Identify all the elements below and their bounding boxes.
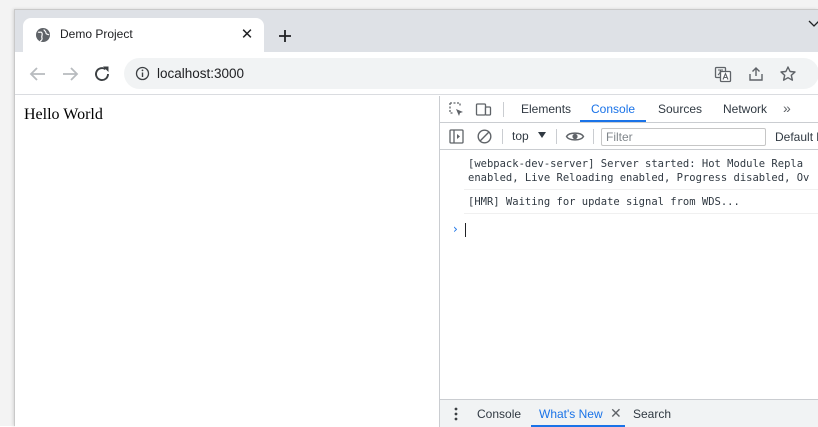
tab-close-icon[interactable]: ✕ (238, 26, 256, 44)
devtools-panel: Elements Console Sources Network » top F… (439, 96, 818, 427)
browser-window: Demo Project ✕ localhost:3000 Hello Worl… (14, 9, 818, 427)
drawer-tab-whats-new[interactable]: What's New (539, 407, 603, 421)
devtools-drawer: Console What's New ✕ Search (440, 399, 818, 427)
desktop-background: Demo Project ✕ localhost:3000 Hello Worl… (0, 0, 818, 427)
console-message: [HMR] Waiting for update signal from WDS… (468, 196, 740, 208)
plus-icon[interactable] (274, 25, 296, 47)
message-divider (464, 213, 818, 214)
share-icon[interactable] (747, 65, 765, 83)
console-message: [webpack-dev-server] Server started: Hot… (468, 158, 810, 184)
tab-strip: Demo Project ✕ (15, 10, 818, 52)
back-icon[interactable] (26, 62, 50, 86)
info-icon[interactable] (135, 66, 150, 81)
toolbar-divider (502, 129, 503, 144)
kebab-menu-icon[interactable] (454, 406, 458, 422)
globe-icon (36, 28, 50, 42)
sidebar-toggle-icon[interactable] (448, 128, 465, 145)
inspect-element-icon[interactable] (448, 101, 465, 118)
console-output: [webpack-dev-server] Server started: Hot… (440, 150, 818, 400)
toolbar-divider (593, 129, 594, 144)
address-bar[interactable]: localhost:3000 (124, 58, 818, 89)
console-input-caret[interactable] (465, 223, 466, 237)
dropdown-arrow-icon[interactable] (538, 132, 546, 138)
url-text[interactable]: localhost:3000 (157, 66, 244, 81)
devtools-tabbar: Elements Console Sources Network » (440, 96, 818, 123)
log-levels-dropdown[interactable]: Default l (775, 130, 818, 144)
reload-icon[interactable] (90, 62, 114, 86)
browser-tab[interactable]: Demo Project ✕ (23, 18, 264, 52)
context-selector[interactable]: top (512, 129, 529, 143)
page-heading-text: Hello World (24, 106, 103, 123)
close-icon[interactable]: ✕ (610, 405, 622, 422)
filter-input[interactable]: Filter (601, 128, 766, 146)
tab-elements[interactable]: Elements (521, 102, 571, 116)
drawer-tab-console[interactable]: Console (477, 407, 521, 421)
clear-console-icon[interactable] (476, 128, 493, 145)
translate-icon[interactable] (714, 65, 732, 83)
toolbar-divider (556, 129, 557, 144)
tab-console[interactable]: Console (591, 102, 635, 116)
console-prompt-icon: › (453, 222, 458, 236)
console-toolbar: top Filter Default l (440, 123, 818, 150)
page-viewport: Hello World (15, 96, 439, 427)
forward-icon[interactable] (58, 62, 82, 86)
bookmark-star-icon[interactable] (779, 65, 797, 83)
tab-sources[interactable]: Sources (658, 102, 702, 116)
message-divider (464, 189, 818, 190)
device-toolbar-icon[interactable] (475, 101, 492, 118)
browser-toolbar: localhost:3000 (15, 52, 818, 95)
more-tabs-icon[interactable]: » (783, 100, 791, 116)
active-tab-indicator (580, 120, 646, 122)
toolbar-divider (503, 102, 504, 117)
chevron-down-icon[interactable] (807, 16, 818, 30)
tab-network[interactable]: Network (723, 102, 767, 116)
eye-icon[interactable] (565, 128, 585, 145)
drawer-tab-search[interactable]: Search (633, 407, 671, 421)
tab-title: Demo Project (60, 27, 133, 41)
